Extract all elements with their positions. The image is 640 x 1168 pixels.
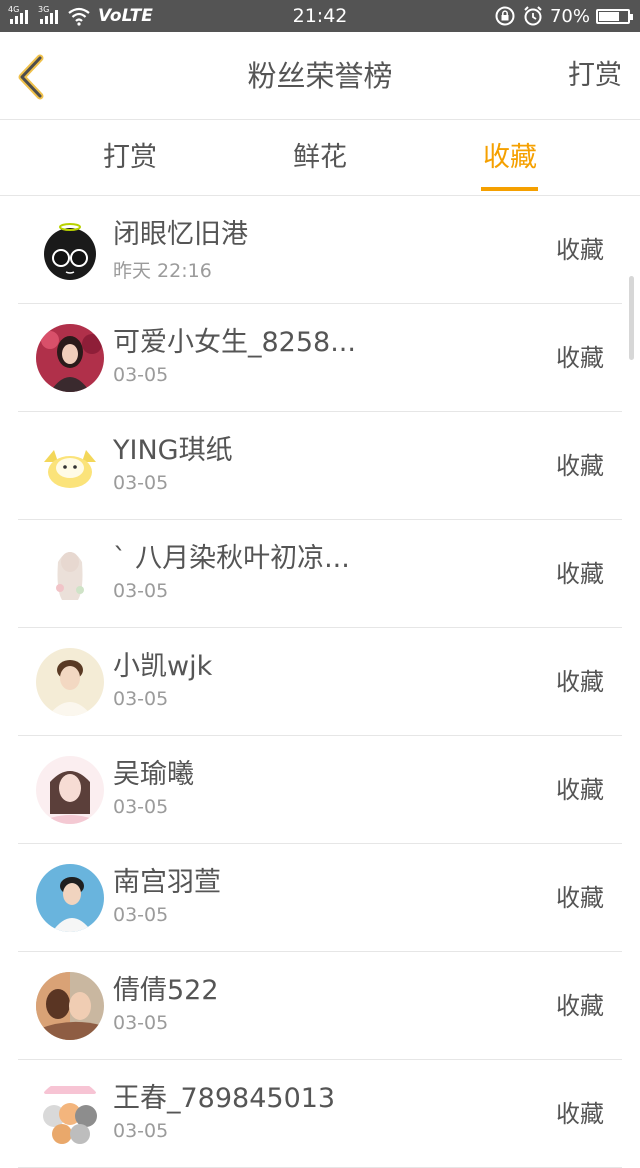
tab-flowers[interactable]: 鲜花 — [270, 120, 370, 195]
avatar — [36, 756, 104, 824]
list-item[interactable]: 倩倩522 03-05 收藏 — [0, 952, 640, 1060]
list-item[interactable]: ˋ 八月染秋叶初凉... 03-05 收藏 — [0, 520, 640, 628]
page-title: 粉丝荣誉榜 — [247, 59, 393, 93]
user-name: 倩倩522 — [113, 975, 219, 1006]
avatar-photo-image — [36, 972, 104, 1040]
tab-reward[interactable]: 打赏 — [80, 120, 180, 195]
tab-favorites[interactable]: 收藏 — [460, 120, 560, 195]
avatar — [36, 972, 104, 1040]
user-name: 南宫羽萱 — [113, 867, 221, 898]
avatar — [36, 432, 104, 500]
action-label: 收藏 — [556, 668, 604, 696]
action-label: 收藏 — [556, 452, 604, 480]
timestamp: 03-05 — [113, 580, 169, 602]
alarm-clock-icon — [524, 6, 542, 26]
list-item[interactable]: 闭眼忆旧港 昨天 22:16 收藏 — [0, 196, 640, 304]
avatar — [36, 648, 104, 716]
action-label: 收藏 — [556, 776, 604, 804]
avatar — [36, 864, 104, 932]
battery-icon — [596, 8, 633, 24]
status-bar: 4G 3G VoLTE 21:42 70% — [0, 0, 640, 32]
avatar-photo-image — [36, 756, 104, 824]
user-name: ˋ 八月染秋叶初凉... — [113, 543, 350, 574]
tab-bar: 打赏 鲜花 收藏 — [0, 120, 640, 196]
back-arrow-icon[interactable] — [14, 54, 54, 100]
user-name: 小凯wjk — [113, 651, 213, 682]
user-name: YING琪纸 — [113, 435, 233, 466]
action-label: 收藏 — [556, 236, 604, 264]
action-label: 收藏 — [556, 992, 604, 1020]
list-item[interactable]: YING琪纸 03-05 收藏 — [0, 412, 640, 520]
list-item[interactable]: 可爱小女生_8258... 03-05 收藏 — [0, 304, 640, 412]
reward-button[interactable]: 打赏 — [568, 32, 622, 120]
rotation-lock-icon — [495, 6, 515, 26]
timestamp: 03-05 — [113, 472, 169, 494]
list-item[interactable]: 王春_789845013 03-05 收藏 — [0, 1060, 640, 1168]
timestamp: 03-05 — [113, 364, 169, 386]
user-name: 可爱小女生_8258... — [113, 327, 356, 358]
avatar — [36, 540, 104, 608]
user-name: 吴瑜曦 — [113, 759, 194, 790]
status-right: 70% — [494, 0, 633, 32]
nav-header: 粉丝荣誉榜 打赏 — [0, 32, 640, 120]
timestamp: 03-05 — [113, 904, 169, 926]
avatar — [36, 216, 104, 284]
user-name: 王春_789845013 — [113, 1083, 336, 1114]
action-label: 收藏 — [556, 884, 604, 912]
timestamp: 03-05 — [113, 796, 169, 818]
avatar — [36, 324, 104, 392]
action-label: 收藏 — [556, 1100, 604, 1128]
avatar-cartoon-image — [36, 216, 104, 284]
scrollbar[interactable] — [629, 276, 634, 360]
list-item[interactable]: 南宫羽萱 03-05 收藏 — [0, 844, 640, 952]
avatar-photo-image — [36, 648, 104, 716]
timestamp: 03-05 — [113, 1012, 169, 1034]
list-item[interactable]: 吴瑜曦 03-05 收藏 — [0, 736, 640, 844]
list-item[interactable]: 小凯wjk 03-05 收藏 — [0, 628, 640, 736]
timestamp: 昨天 22:16 — [113, 260, 212, 282]
timestamp: 03-05 — [113, 688, 169, 710]
user-name: 闭眼忆旧港 — [113, 219, 248, 250]
action-label: 收藏 — [556, 560, 604, 588]
avatar-photo-image — [36, 864, 104, 932]
timestamp: 03-05 — [113, 1120, 169, 1142]
action-label: 收藏 — [556, 344, 604, 372]
active-tab-indicator — [481, 187, 538, 191]
avatar-cartoon-image — [36, 432, 104, 500]
avatar-illustration-image — [36, 540, 104, 608]
battery-percent: 70% — [549, 5, 590, 27]
avatar-photo-image — [36, 324, 104, 392]
fan-list: 闭眼忆旧港 昨天 22:16 收藏 可爱小女生_8258... 03-05 收藏 — [0, 196, 640, 1168]
